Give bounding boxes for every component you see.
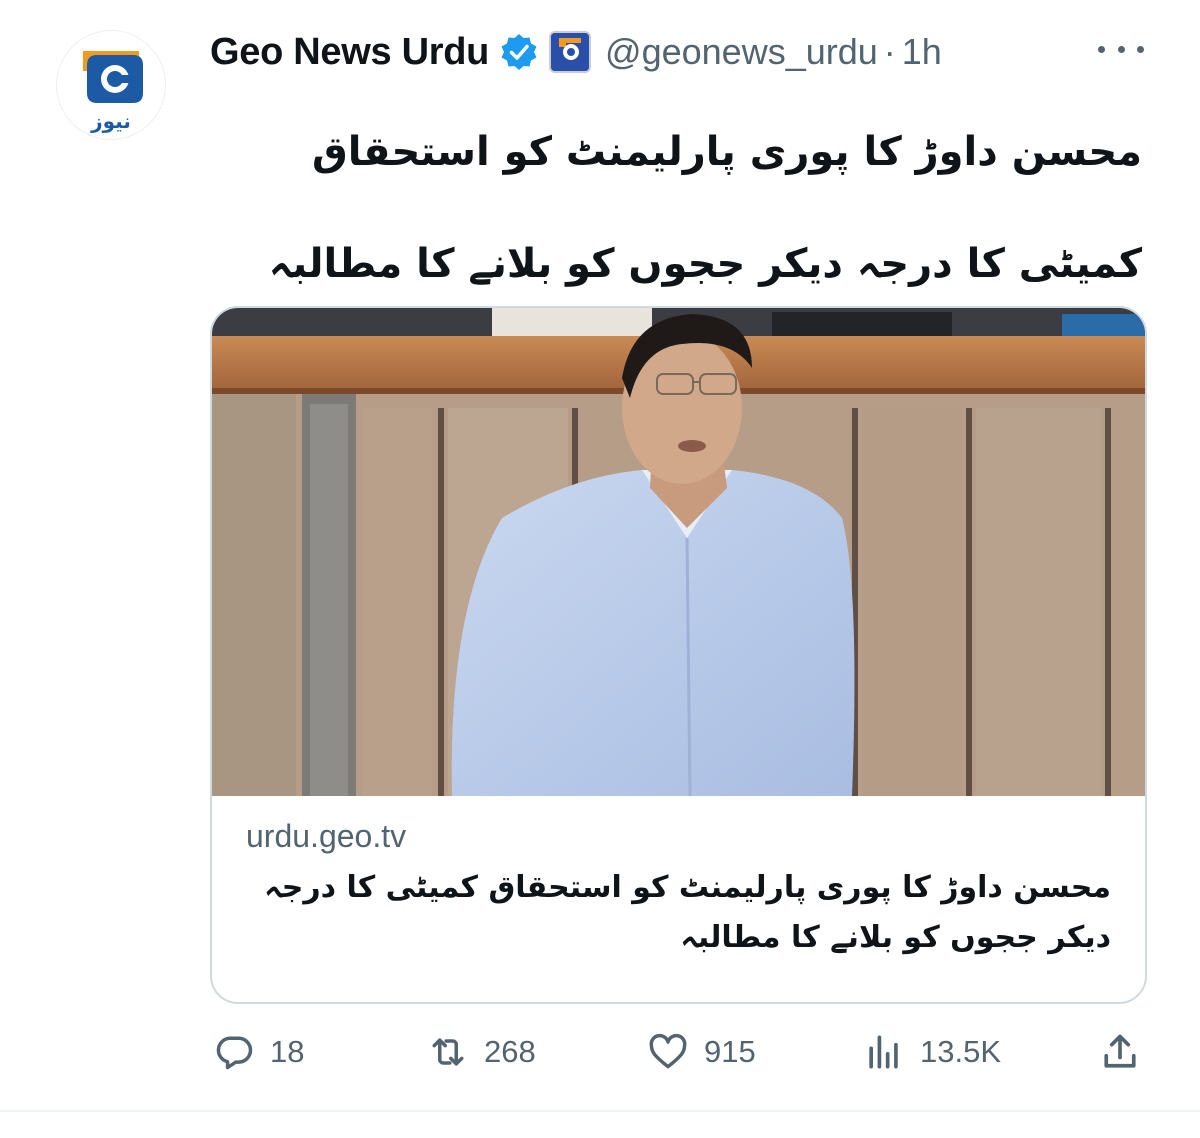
tweet-header: Geo News Urdu @geonews_urdu · 1h: [210, 26, 942, 78]
share-icon: [1104, 1034, 1136, 1068]
card-title: محسن داوڑ کا پوری پارلیمنٹ کو استحقاق کم…: [264, 870, 1111, 955]
views-button[interactable]: 13.5K: [862, 1030, 1001, 1074]
heart-icon: [649, 1033, 687, 1069]
reply-count: 18: [270, 1034, 305, 1069]
affiliate-badge-icon[interactable]: [549, 31, 592, 73]
retweet-count: 268: [484, 1034, 536, 1069]
more-dot: [1137, 45, 1144, 53]
separator-dot: ·: [883, 31, 896, 72]
geo-affiliate-logo-icon: [551, 33, 590, 71]
tweet-actions: 18 268 915 13.5K: [210, 1030, 1145, 1074]
tweet-text: محسن داوڑ کا پوری پارلیمنٹ کو استحقاق کم…: [268, 129, 1142, 287]
tweet[interactable]: نیوز Geo News Urdu @geonews_urdu · 1h مح…: [0, 0, 1200, 1138]
reply-icon: [216, 1036, 253, 1070]
card-domain: urdu.geo.tv: [246, 818, 407, 854]
timestamp[interactable]: 1h: [902, 31, 942, 73]
more-dot: [1117, 45, 1125, 53]
divider: [0, 1110, 1200, 1112]
card-image[interactable]: [212, 308, 1145, 796]
card-meta: urdu.geo.tv محسن داوڑ کا پوری پارلیمنٹ ک…: [246, 818, 1111, 963]
like-button[interactable]: 915: [646, 1030, 756, 1074]
avatar-logo-text: نیوز: [91, 109, 131, 133]
avatar[interactable]: نیوز: [56, 30, 166, 140]
like-count: 915: [704, 1034, 756, 1069]
views-chart-icon: [869, 1035, 898, 1069]
retweet-icon: [432, 1038, 464, 1066]
verified-badge-icon[interactable]: [499, 32, 539, 72]
share-button[interactable]: [1098, 1030, 1142, 1074]
link-card[interactable]: urdu.geo.tv محسن داوڑ کا پوری پارلیمنٹ ک…: [210, 306, 1147, 1004]
views-count: 13.5K: [920, 1034, 1002, 1069]
more-options-icon[interactable]: [1098, 36, 1144, 62]
handle[interactable]: @geonews_urdu: [605, 31, 878, 73]
more-dot: [1098, 45, 1105, 53]
reply-button[interactable]: 18: [212, 1030, 304, 1074]
display-name[interactable]: Geo News Urdu: [210, 31, 489, 74]
retweet-button[interactable]: 268: [426, 1030, 536, 1074]
